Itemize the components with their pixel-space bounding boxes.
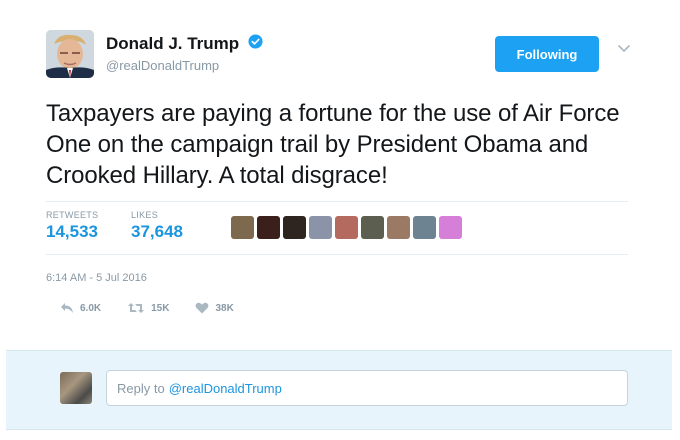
tweet-timestamp[interactable]: 6:14 AM - 5 Jul 2016 — [46, 272, 147, 284]
display-name[interactable]: Donald J. Trump — [106, 34, 239, 54]
user-identity: Donald J. Trump @realDonaldTrump — [106, 34, 263, 73]
reply-action[interactable]: 6.0K — [60, 302, 101, 314]
profile-avatar[interactable] — [46, 30, 94, 78]
following-button[interactable]: Following — [495, 36, 599, 72]
liker-avatar[interactable] — [257, 216, 280, 239]
likes-label: LIKES — [131, 210, 159, 220]
liker-avatar[interactable] — [387, 216, 410, 239]
liker-avatar[interactable] — [361, 216, 384, 239]
retweets-stat[interactable]: RETWEETS 14,533 — [46, 210, 98, 242]
reply-icon[interactable] — [60, 302, 74, 314]
divider — [46, 201, 628, 202]
likes-stat[interactable]: LIKES 37,648 — [131, 210, 183, 242]
tweet-card: Donald J. Trump @realDonaldTrump Followi… — [0, 0, 680, 440]
retweet-action[interactable]: 15K — [127, 302, 169, 314]
tweet-actions: 6.0K 15K 38K — [60, 302, 260, 314]
reply-placeholder-prefix: Reply to — [117, 380, 165, 396]
reply-input[interactable]: Reply to @realDonaldTrump — [106, 370, 628, 406]
liker-avatar[interactable] — [335, 216, 358, 239]
liker-avatar[interactable] — [283, 216, 306, 239]
like-action[interactable]: 38K — [195, 302, 234, 314]
like-count: 38K — [215, 302, 234, 314]
retweet-count: 15K — [151, 302, 170, 314]
divider — [46, 254, 628, 255]
retweets-count[interactable]: 14,533 — [46, 222, 98, 242]
heart-icon[interactable] — [195, 302, 209, 314]
liker-avatar[interactable] — [439, 216, 462, 239]
viewer-avatar — [60, 372, 92, 404]
tweet-text: Taxpayers are paying a fortune for the u… — [46, 100, 620, 189]
liker-avatars — [231, 216, 462, 239]
liker-avatar[interactable] — [309, 216, 332, 239]
likes-count[interactable]: 37,648 — [131, 222, 183, 242]
reply-placeholder-mention: @realDonaldTrump — [168, 380, 282, 396]
retweets-label: RETWEETS — [46, 210, 99, 220]
liker-avatar[interactable] — [413, 216, 436, 239]
retweet-icon[interactable] — [127, 302, 145, 314]
liker-avatar[interactable] — [231, 216, 254, 239]
verified-badge-icon — [248, 34, 263, 54]
chevron-down-icon[interactable] — [617, 44, 631, 54]
user-handle[interactable]: @realDonaldTrump — [106, 58, 263, 73]
reply-count: 6.0K — [80, 302, 102, 314]
